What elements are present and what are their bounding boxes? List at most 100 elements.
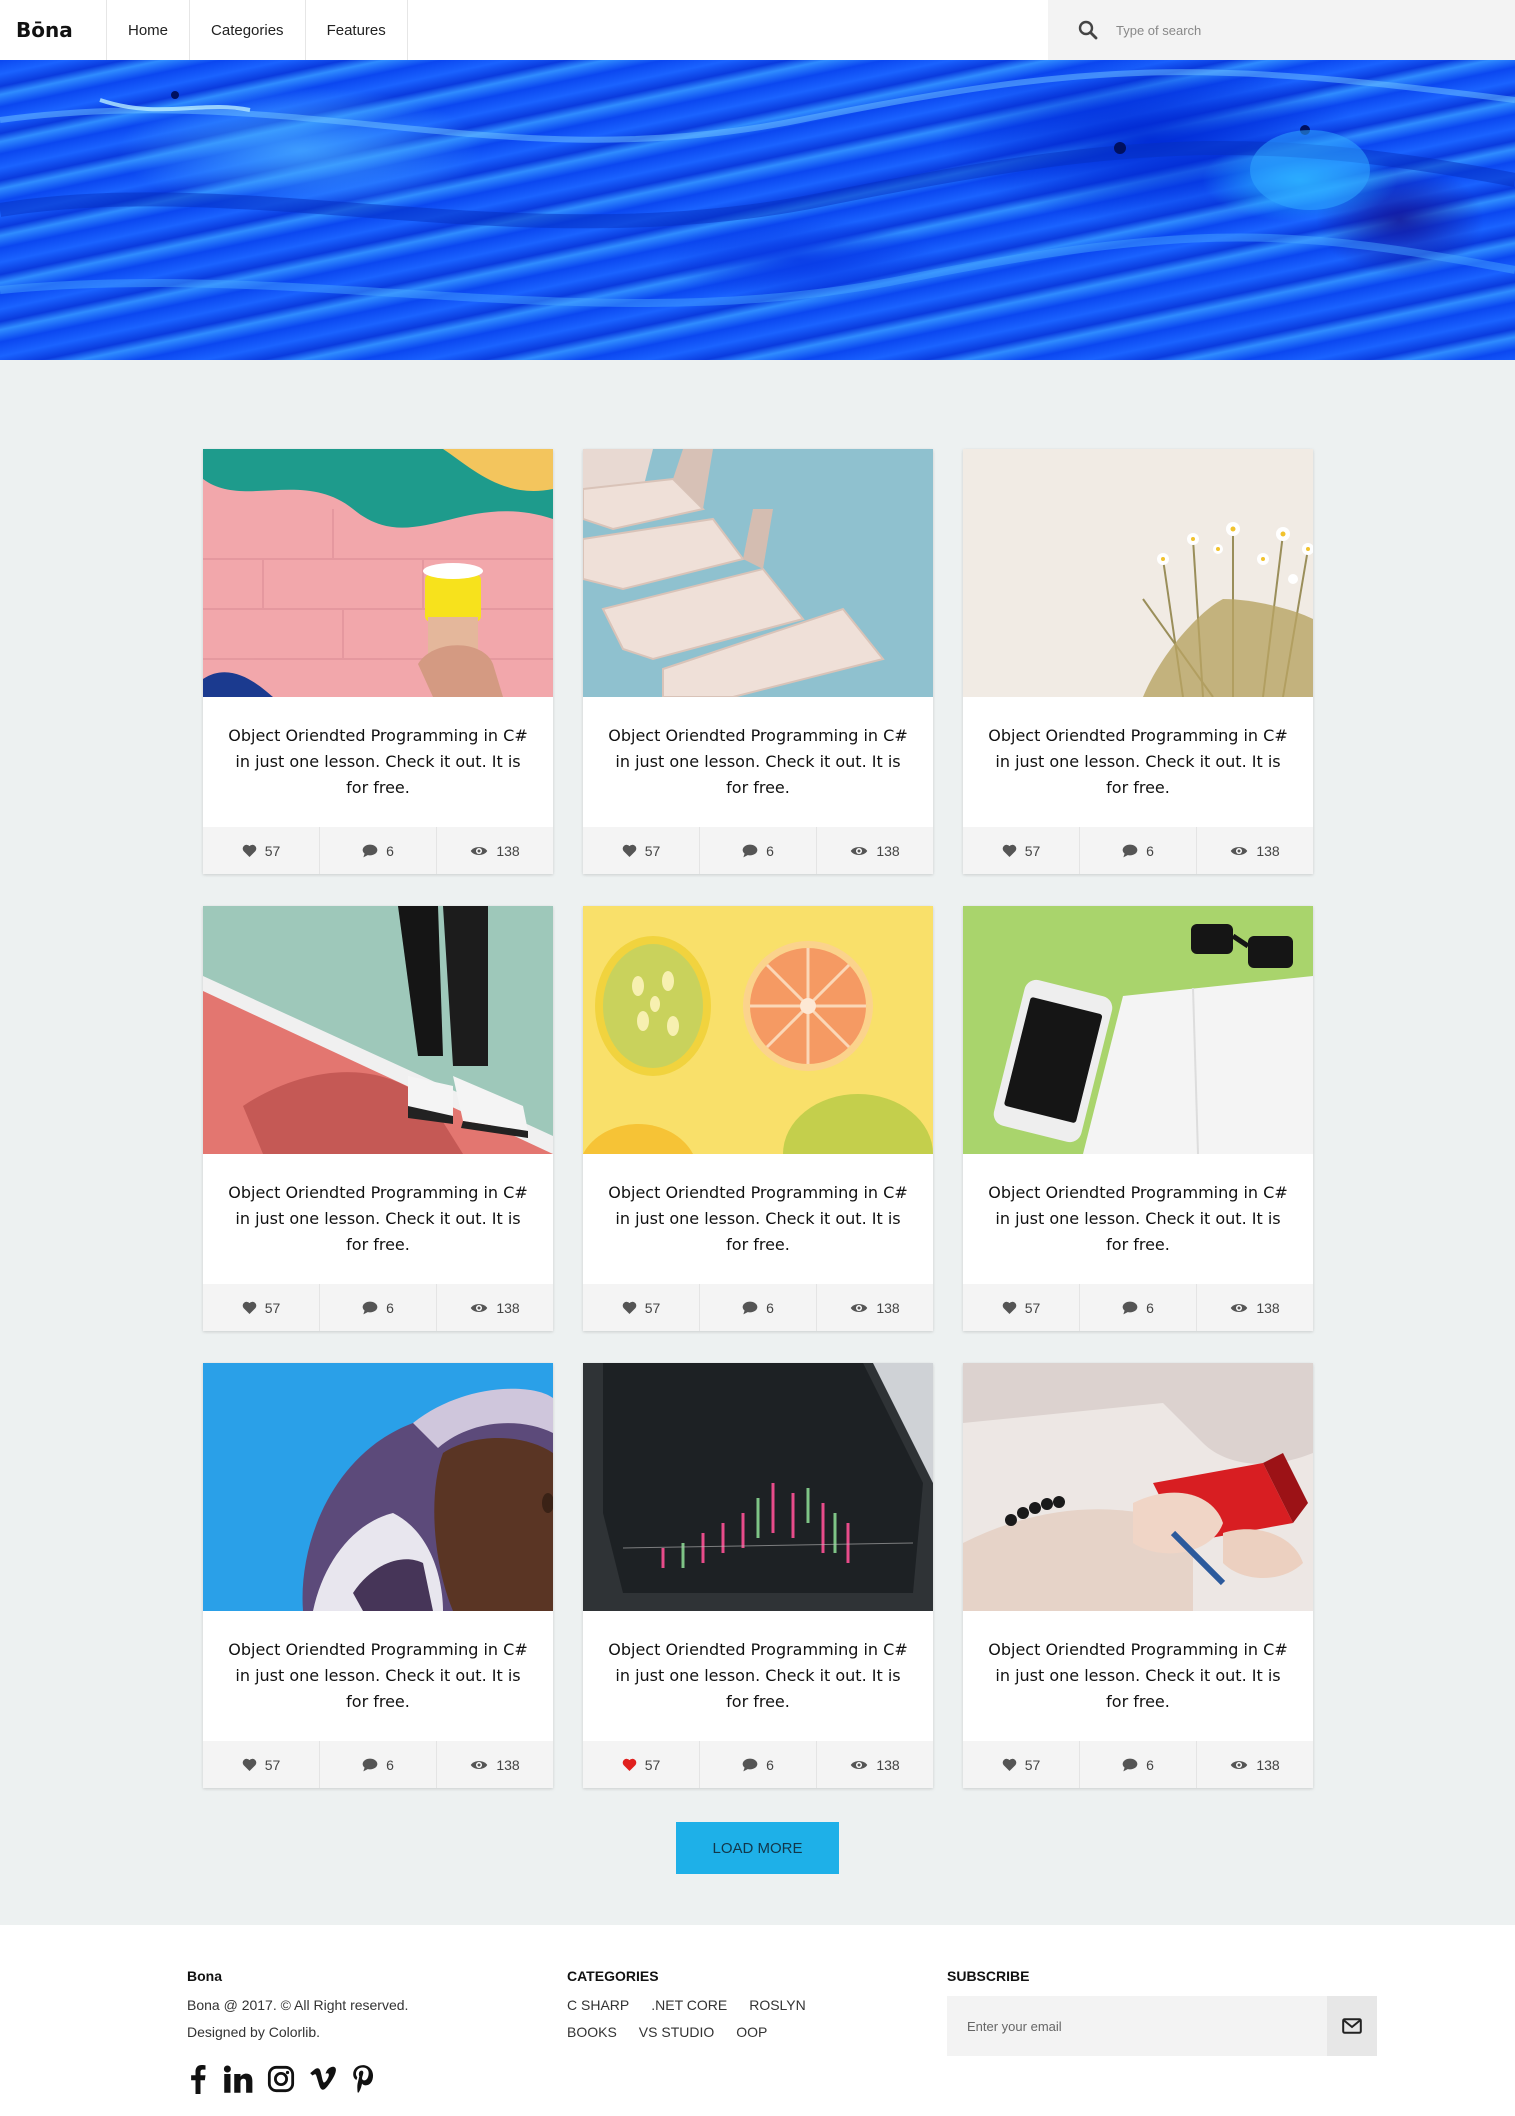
- comment-icon: [742, 1758, 758, 1771]
- likes-stat[interactable]: 57: [203, 1741, 320, 1788]
- comments-stat[interactable]: 6: [700, 1741, 817, 1788]
- category-link[interactable]: OOP: [736, 2019, 767, 2046]
- views-count: 138: [496, 1299, 520, 1316]
- comment-icon: [742, 844, 758, 857]
- heart-icon: [1002, 1301, 1016, 1314]
- email-field[interactable]: [947, 1996, 1327, 2056]
- views-stat: 138: [437, 1284, 553, 1331]
- post-title[interactable]: Object Oriendted Programming in C# in ju…: [583, 1154, 933, 1284]
- post-image[interactable]: [203, 1363, 553, 1611]
- likes-stat[interactable]: 57: [583, 1284, 700, 1331]
- post-image[interactable]: [583, 1363, 933, 1611]
- comments-count: 6: [386, 1756, 394, 1773]
- search-icon[interactable]: [1078, 20, 1098, 40]
- heart-icon: [622, 844, 636, 857]
- views-count: 138: [1256, 1756, 1280, 1773]
- social-links: [187, 2064, 408, 2094]
- post-image[interactable]: [963, 449, 1313, 697]
- post-card[interactable]: Object Oriendted Programming in C# in ju…: [963, 449, 1313, 874]
- post-card[interactable]: Object Oriendted Programming in C# in ju…: [583, 906, 933, 1331]
- comments-stat[interactable]: 6: [320, 1741, 437, 1788]
- comments-stat[interactable]: 6: [700, 1284, 817, 1331]
- likes-count: 57: [1024, 1756, 1041, 1773]
- post-image[interactable]: [963, 1363, 1313, 1611]
- post-stats: 57 6 138: [203, 1741, 553, 1788]
- views-count: 138: [496, 842, 520, 859]
- main-nav: Home Categories Features: [107, 0, 408, 60]
- site-footer: Bona Bona @ 2017. © All Right reserved. …: [0, 1925, 1515, 2116]
- designed-by-text[interactable]: Designed by Colorlib.: [187, 2019, 408, 2046]
- post-card[interactable]: Object Oriendted Programming in C# in ju…: [203, 906, 553, 1331]
- post-image[interactable]: [203, 449, 553, 697]
- pinterest-icon[interactable]: [351, 2064, 375, 2094]
- post-title[interactable]: Object Oriendted Programming in C# in ju…: [203, 1611, 553, 1741]
- post-image[interactable]: [583, 906, 933, 1154]
- comments-stat[interactable]: 6: [1080, 827, 1197, 874]
- likes-stat[interactable]: 57: [583, 1741, 700, 1788]
- footer-brand: Bona: [187, 1968, 222, 1984]
- load-more-button[interactable]: LOAD MORE: [676, 1822, 839, 1874]
- eye-icon: [1231, 1760, 1248, 1769]
- likes-stat[interactable]: 57: [963, 827, 1080, 874]
- facebook-icon[interactable]: [187, 2064, 209, 2094]
- eye-icon: [1231, 846, 1248, 855]
- nav-categories[interactable]: Categories: [190, 0, 306, 60]
- post-card[interactable]: Object Oriendted Programming in C# in ju…: [203, 449, 553, 874]
- views-count: 138: [876, 1299, 900, 1316]
- post-image[interactable]: [963, 906, 1313, 1154]
- subscribe-button[interactable]: [1327, 1996, 1377, 2056]
- post-image[interactable]: [583, 449, 933, 697]
- likes-stat[interactable]: 57: [203, 827, 320, 874]
- comments-stat[interactable]: 6: [700, 827, 817, 874]
- nav-home[interactable]: Home: [107, 0, 191, 60]
- post-title[interactable]: Object Oriendted Programming in C# in ju…: [583, 697, 933, 827]
- comment-icon: [362, 1301, 378, 1314]
- likes-stat[interactable]: 57: [583, 827, 700, 874]
- post-image[interactable]: [203, 906, 553, 1154]
- comments-stat[interactable]: 6: [320, 1284, 437, 1331]
- likes-count: 57: [644, 1756, 661, 1773]
- category-links: C SHARP .NET CORE ROSLYN BOOKS VS STUDIO…: [567, 1992, 827, 2046]
- comments-stat[interactable]: 6: [1080, 1741, 1197, 1788]
- vimeo-icon[interactable]: [309, 2066, 337, 2092]
- site-logo[interactable]: Bōna: [0, 0, 107, 60]
- post-stats: 57 6 138: [583, 1741, 933, 1788]
- likes-stat[interactable]: 57: [963, 1284, 1080, 1331]
- category-link[interactable]: BOOKS: [567, 2019, 617, 2046]
- post-card[interactable]: Object Oriendted Programming in C# in ju…: [963, 906, 1313, 1331]
- likes-stat[interactable]: 57: [203, 1284, 320, 1331]
- post-title[interactable]: Object Oriendted Programming in C# in ju…: [203, 1154, 553, 1284]
- post-title[interactable]: Object Oriendted Programming in C# in ju…: [963, 697, 1313, 827]
- comments-stat[interactable]: 6: [1080, 1284, 1197, 1331]
- search-input[interactable]: [1116, 22, 1496, 38]
- post-card[interactable]: Object Oriendted Programming in C# in ju…: [583, 1363, 933, 1788]
- category-link[interactable]: ROSLYN: [749, 1992, 806, 2019]
- nav-features[interactable]: Features: [306, 0, 408, 60]
- post-stats: 57 6 138: [583, 1284, 933, 1331]
- likes-count: 57: [264, 1756, 281, 1773]
- post-title[interactable]: Object Oriendted Programming in C# in ju…: [583, 1611, 933, 1741]
- eye-icon: [471, 1303, 488, 1312]
- post-title[interactable]: Object Oriendted Programming in C# in ju…: [203, 697, 553, 827]
- likes-count: 57: [644, 842, 661, 859]
- comments-count: 6: [1146, 1299, 1154, 1316]
- likes-count: 57: [1024, 842, 1041, 859]
- category-link[interactable]: C SHARP: [567, 1992, 629, 2019]
- post-card[interactable]: Object Oriendted Programming in C# in ju…: [203, 1363, 553, 1788]
- comment-icon: [362, 1758, 378, 1771]
- likes-stat[interactable]: 57: [963, 1741, 1080, 1788]
- comments-stat[interactable]: 6: [320, 827, 437, 874]
- post-title[interactable]: Object Oriendted Programming in C# in ju…: [963, 1611, 1313, 1741]
- post-card[interactable]: Object Oriendted Programming in C# in ju…: [583, 449, 933, 874]
- post-card[interactable]: Object Oriendted Programming in C# in ju…: [963, 1363, 1313, 1788]
- search-box: [1048, 0, 1515, 60]
- subscribe-heading: SUBSCRIBE: [947, 1968, 1030, 1984]
- category-link[interactable]: .NET CORE: [651, 1992, 727, 2019]
- post-title[interactable]: Object Oriendted Programming in C# in ju…: [963, 1154, 1313, 1284]
- views-stat: 138: [1197, 1284, 1313, 1331]
- category-link[interactable]: VS STUDIO: [639, 2019, 714, 2046]
- heart-icon: [1002, 844, 1016, 857]
- linkedin-icon[interactable]: [223, 2065, 253, 2093]
- post-stats: 57 6 138: [963, 827, 1313, 874]
- instagram-icon[interactable]: [267, 2065, 295, 2093]
